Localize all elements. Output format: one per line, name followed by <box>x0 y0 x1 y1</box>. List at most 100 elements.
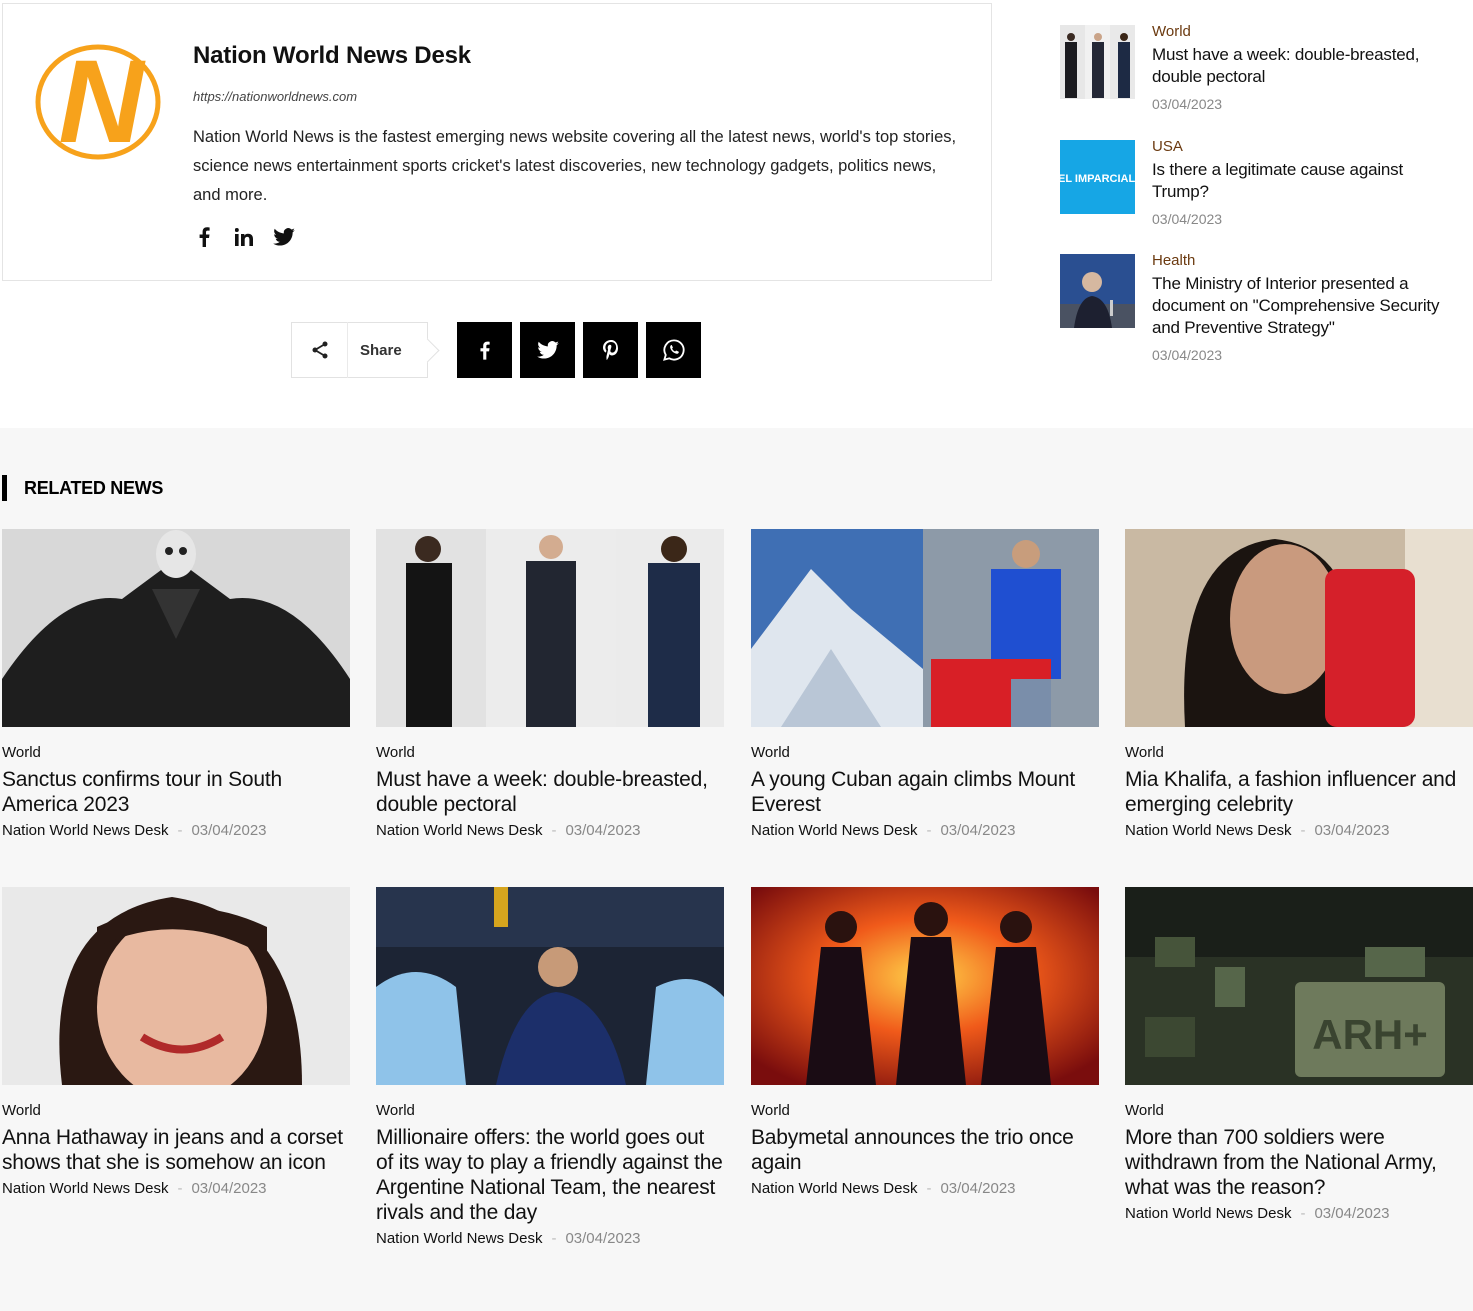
card-image[interactable] <box>751 529 1099 727</box>
card-date: 03/04/2023 <box>565 1230 641 1247</box>
card-meta: Nation World News Desk - 03/04/2023 <box>376 1230 724 1247</box>
twitter-icon <box>536 341 559 359</box>
card-date: 03/04/2023 <box>940 1180 1016 1197</box>
card-author[interactable]: Nation World News Desk <box>1125 822 1291 839</box>
share-row: Share <box>291 322 701 378</box>
linkedin-icon[interactable] <box>233 226 255 248</box>
whatsapp-icon <box>662 339 685 361</box>
sidebar-thumbnail[interactable] <box>1060 25 1135 99</box>
card-image[interactable] <box>751 887 1099 1085</box>
card-author[interactable]: Nation World News Desk <box>376 1230 542 1247</box>
sidebar-title[interactable]: Is there a legitimate cause against Trum… <box>1152 159 1452 203</box>
card-meta: Nation World News Desk - 03/04/2023 <box>376 822 724 839</box>
share-buttons <box>457 322 701 378</box>
card-title[interactable]: Sanctus confirms tour in South America 2… <box>2 767 350 817</box>
news-card[interactable]: World Millionaire offers: the world goes… <box>376 887 724 1247</box>
sidebar-category[interactable]: World <box>1152 20 1452 44</box>
facebook-icon[interactable] <box>193 226 215 248</box>
news-card[interactable]: World Mia Khalifa, a fashion influencer … <box>1125 529 1473 839</box>
news-card[interactable]: World A young Cuban again climbs Mount E… <box>751 529 1099 839</box>
card-date: 03/04/2023 <box>191 1180 267 1197</box>
card-date: 03/04/2023 <box>191 822 267 839</box>
related-news-section: RELATED NEWS World Sanctus confirms tour… <box>0 428 1473 1311</box>
meta-separator: - <box>551 822 557 839</box>
card-date: 03/04/2023 <box>940 822 1016 839</box>
card-meta: Nation World News Desk - 03/04/2023 <box>1125 1205 1473 1222</box>
author-url[interactable]: https://nationworldnews.com <box>193 89 357 104</box>
news-card[interactable]: ARH+ World More than 700 soldiers were w… <box>1125 887 1473 1222</box>
patch-text: ARH+ <box>1312 1011 1428 1058</box>
card-title[interactable]: Anna Hathaway in jeans and a corset show… <box>2 1125 350 1175</box>
card-category[interactable]: World <box>1125 744 1473 761</box>
card-image[interactable] <box>2 529 350 727</box>
share-icon <box>292 322 348 378</box>
author-logo[interactable]: N <box>35 36 165 168</box>
card-category[interactable]: World <box>751 1102 1099 1119</box>
share-toggle-button[interactable]: Share <box>291 322 428 378</box>
sidebar-category[interactable]: USA <box>1152 135 1452 159</box>
sidebar-title[interactable]: Must have a week: double-breasted, doubl… <box>1152 44 1452 88</box>
share-pinterest-button[interactable] <box>583 322 638 378</box>
sidebar-thumbnail[interactable]: EL IMPARCIAL <box>1060 140 1135 214</box>
card-title[interactable]: A young Cuban again climbs Mount Everest <box>751 767 1099 817</box>
card-image[interactable] <box>376 529 724 727</box>
card-meta: Nation World News Desk - 03/04/2023 <box>1125 822 1473 839</box>
meta-separator: - <box>177 822 183 839</box>
card-title[interactable]: More than 700 soldiers were withdrawn fr… <box>1125 1125 1473 1200</box>
card-category[interactable]: World <box>1125 1102 1473 1119</box>
news-card[interactable]: World Babymetal announces the trio once … <box>751 887 1099 1197</box>
card-author[interactable]: Nation World News Desk <box>376 822 542 839</box>
card-title[interactable]: Must have a week: double-breasted, doubl… <box>376 767 724 817</box>
sidebar-thumbnail[interactable] <box>1060 254 1135 328</box>
related-news-heading: RELATED NEWS <box>2 475 163 501</box>
card-meta: Nation World News Desk - 03/04/2023 <box>751 1180 1099 1197</box>
card-author[interactable]: Nation World News Desk <box>751 1180 917 1197</box>
sidebar-date: 03/04/2023 <box>1152 211 1223 227</box>
top-section: N Nation World News Desk https://nationw… <box>0 0 1473 428</box>
news-card[interactable]: World Sanctus confirms tour in South Ame… <box>2 529 350 839</box>
card-author[interactable]: Nation World News Desk <box>1125 1205 1291 1222</box>
meta-separator: - <box>1300 1205 1306 1222</box>
card-author[interactable]: Nation World News Desk <box>751 822 917 839</box>
card-author[interactable]: Nation World News Desk <box>2 1180 168 1197</box>
twitter-icon[interactable] <box>273 226 295 248</box>
card-author[interactable]: Nation World News Desk <box>2 822 168 839</box>
card-meta: Nation World News Desk - 03/04/2023 <box>2 822 350 839</box>
card-date: 03/04/2023 <box>565 822 641 839</box>
card-title[interactable]: Babymetal announces the trio once again <box>751 1125 1099 1175</box>
card-title[interactable]: Millionaire offers: the world goes out o… <box>376 1125 724 1225</box>
meta-separator: - <box>926 822 932 839</box>
card-image[interactable] <box>376 887 724 1085</box>
meta-separator: - <box>551 1230 557 1247</box>
share-facebook-button[interactable] <box>457 322 512 378</box>
card-title[interactable]: Mia Khalifa, a fashion influencer and em… <box>1125 767 1473 817</box>
author-description: Nation World News is the fastest emergin… <box>193 128 957 204</box>
sidebar-date: 03/04/2023 <box>1152 96 1223 112</box>
meta-separator: - <box>1300 822 1306 839</box>
facebook-icon <box>480 341 490 360</box>
card-date: 03/04/2023 <box>1314 1205 1390 1222</box>
author-name[interactable]: Nation World News Desk <box>193 42 471 70</box>
share-twitter-button[interactable] <box>520 322 575 378</box>
card-category[interactable]: World <box>2 1102 350 1119</box>
card-meta: Nation World News Desk - 03/04/2023 <box>751 822 1099 839</box>
card-image[interactable] <box>1125 529 1473 727</box>
card-category[interactable]: World <box>376 744 724 761</box>
pinterest-icon <box>602 340 618 360</box>
card-image[interactable] <box>2 887 350 1085</box>
author-box: N Nation World News Desk https://nationw… <box>2 3 992 281</box>
thumb-text: EL IMPARCIAL <box>1060 173 1135 185</box>
card-category[interactable]: World <box>2 744 350 761</box>
card-date: 03/04/2023 <box>1314 822 1390 839</box>
share-whatsapp-button[interactable] <box>646 322 701 378</box>
meta-separator: - <box>926 1180 932 1197</box>
card-image[interactable]: ARH+ <box>1125 887 1473 1085</box>
card-category[interactable]: World <box>751 744 1099 761</box>
sidebar-title[interactable]: The Ministry of Interior presented a doc… <box>1152 273 1452 339</box>
author-social-links <box>193 226 295 248</box>
card-meta: Nation World News Desk - 03/04/2023 <box>2 1180 350 1197</box>
news-card[interactable]: World Anna Hathaway in jeans and a corse… <box>2 887 350 1197</box>
sidebar-category[interactable]: Health <box>1152 249 1452 273</box>
news-card[interactable]: World Must have a week: double-breasted,… <box>376 529 724 839</box>
card-category[interactable]: World <box>376 1102 724 1119</box>
